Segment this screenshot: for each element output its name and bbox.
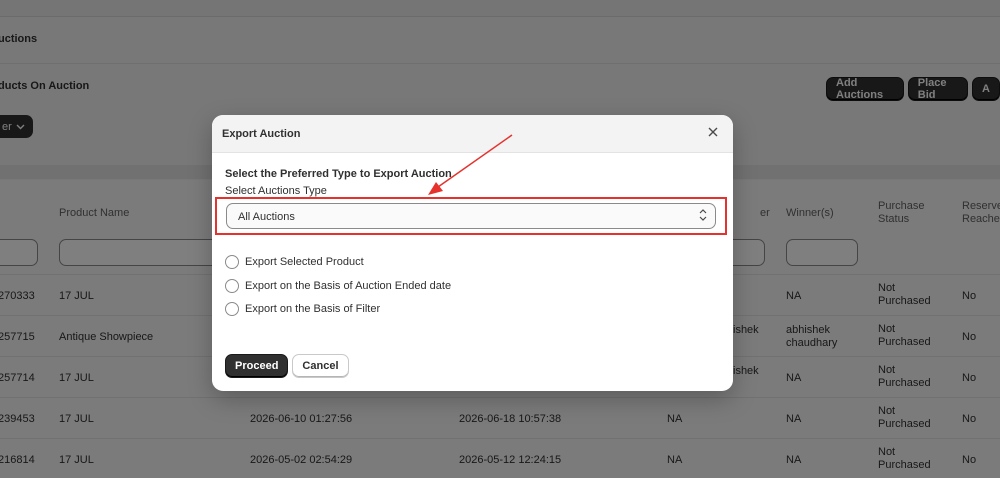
dialog-footer: Proceed Cancel <box>225 354 349 378</box>
auction-type-select[interactable]: All Auctions <box>226 203 716 229</box>
auction-type-value: All Auctions <box>238 211 295 223</box>
option-export-ended-date[interactable]: Export on the Basis of Auction Ended dat… <box>225 279 451 293</box>
export-auction-dialog: Export Auction Select the Preferred Type… <box>212 115 733 391</box>
radio-icon[interactable] <box>225 302 239 316</box>
option-export-filter[interactable]: Export on the Basis of Filter <box>225 302 380 316</box>
select-caret-icon <box>699 208 707 223</box>
option-label: Export on the Basis of Filter <box>245 303 381 315</box>
radio-icon[interactable] <box>225 255 239 269</box>
dialog-title: Export Auction <box>222 128 301 140</box>
option-export-selected[interactable]: Export Selected Product <box>225 255 364 269</box>
proceed-button[interactable]: Proceed <box>225 354 289 378</box>
radio-icon[interactable] <box>225 279 239 293</box>
auction-type-label: Select Auctions Type <box>225 185 327 197</box>
highlight-box: All Auctions <box>215 197 727 235</box>
option-label: Export on the Basis of Auction Ended dat… <box>245 280 452 292</box>
dialog-header: Export Auction <box>212 115 733 153</box>
option-label: Export Selected Product <box>245 256 364 268</box>
export-prompt: Select the Preferred Type to Export Auct… <box>225 168 452 180</box>
close-icon[interactable] <box>706 125 720 139</box>
cancel-button[interactable]: Cancel <box>292 354 349 378</box>
